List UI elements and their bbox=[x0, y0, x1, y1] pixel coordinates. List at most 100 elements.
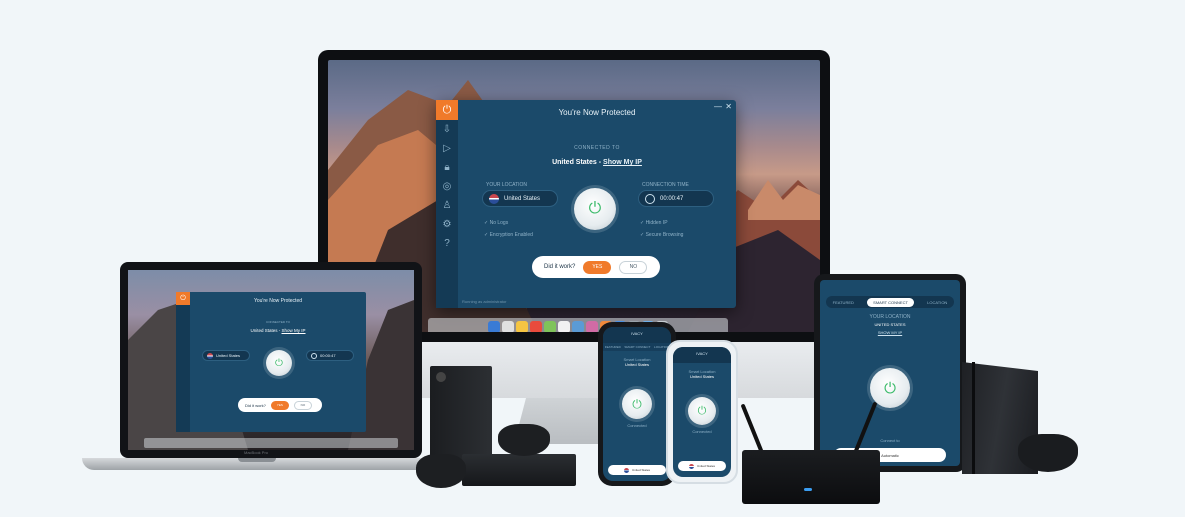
power-icon: ⏻ bbox=[588, 200, 602, 217]
dock-app-icon[interactable] bbox=[572, 321, 584, 332]
check-label: Encryption Enabled bbox=[489, 232, 533, 238]
us-flag-icon bbox=[207, 352, 213, 359]
country-name: United States bbox=[552, 159, 597, 166]
connection-time-value: 00:00:47 bbox=[660, 195, 684, 202]
laptop-dock bbox=[144, 438, 398, 448]
power-icon: ⏻ bbox=[275, 357, 283, 369]
clock-icon bbox=[645, 193, 655, 204]
laptop-connected-label: CONNECTED TO bbox=[266, 320, 290, 324]
check-encryption: ✓ Encryption Enabled bbox=[484, 232, 533, 238]
dock-app-icon[interactable] bbox=[530, 321, 542, 332]
tablet-location-label: YOUR LOCATION bbox=[869, 314, 911, 320]
ps4-controller bbox=[1018, 434, 1078, 472]
laptop-vpn-sidebar: ⏻ bbox=[176, 292, 190, 432]
your-location-label: YOUR LOCATION bbox=[486, 182, 528, 188]
xbox-controller bbox=[498, 424, 550, 456]
check-label: Hidden IP bbox=[645, 220, 668, 226]
no-button[interactable]: NO bbox=[619, 260, 648, 274]
feedback-question: Did it work? bbox=[544, 264, 576, 270]
dock-app-icon[interactable] bbox=[502, 321, 514, 332]
feedback-bar: Did it work? YES NO bbox=[532, 256, 660, 278]
tab-smart-connect[interactable]: SMART CONNECT bbox=[867, 297, 914, 307]
check-label: Secure Browsing bbox=[645, 232, 684, 238]
power-icon: ⏻ bbox=[884, 379, 896, 397]
laptop-notch bbox=[238, 458, 276, 462]
status-footer: Running as administrator bbox=[462, 299, 507, 304]
dock-app-icon[interactable] bbox=[558, 321, 570, 332]
tab-smart-connect[interactable]: SMART CONNECT bbox=[624, 345, 650, 349]
location-icon[interactable]: ◎ bbox=[436, 177, 458, 196]
user-icon[interactable]: ♙ bbox=[436, 196, 458, 215]
tablet-location-value: UNITED STATES bbox=[874, 322, 906, 327]
tablet: FEATURED SMART CONNECT LOCATION YOUR LOC… bbox=[814, 274, 966, 472]
power-icon: ⏻ bbox=[632, 396, 642, 411]
gear-icon[interactable]: ⚙ bbox=[436, 215, 458, 234]
phone-power-button[interactable]: ⏻ bbox=[622, 389, 652, 419]
yes-button[interactable]: YES bbox=[583, 260, 612, 274]
connected-country: United States - Show My IP bbox=[458, 159, 736, 166]
check-no-logs: ✓ No Logs bbox=[484, 220, 509, 226]
vpn-sidebar: ⏻ ⇩ ▷ 🔒︎ ◎ ♙ ⚙ ? bbox=[436, 100, 458, 308]
phone-location-selector[interactable]: United States bbox=[608, 465, 666, 475]
dock-app-icon[interactable] bbox=[544, 321, 556, 332]
play-icon[interactable]: ▷ bbox=[436, 139, 458, 158]
xbox-controller bbox=[416, 454, 466, 488]
phone-location-value: United States bbox=[624, 362, 649, 367]
phone-power-button[interactable]: ⏻ bbox=[688, 397, 716, 425]
ps4-groove bbox=[972, 362, 975, 474]
laptop-window-title: You're Now Protected bbox=[253, 298, 303, 304]
check-label: No Logs bbox=[489, 220, 509, 226]
show-ip-link[interactable]: Show My IP bbox=[603, 159, 642, 166]
phone-left-screen: IVACY FEATURED SMART CONNECT LOCATION Sm… bbox=[603, 327, 671, 481]
close-button[interactable]: ✕ bbox=[725, 102, 732, 111]
vpn-titlebar: You're Now Protected — ✕ bbox=[458, 100, 736, 120]
power-icon[interactable]: ⏻ bbox=[436, 100, 458, 120]
location-value: United States bbox=[504, 195, 541, 202]
laptop-screen: ⏻ You're Now Protected CONNECTED TO Unit… bbox=[128, 270, 414, 450]
phone-app-title: IVACY bbox=[603, 327, 671, 343]
tab-featured[interactable]: FEATURED bbox=[605, 345, 621, 349]
tablet-show-ip-link[interactable]: SHOW MY IP bbox=[820, 330, 960, 335]
dock-app-icon[interactable] bbox=[488, 321, 500, 332]
phone-tabs: FEATURED SMART CONNECT LOCATION bbox=[603, 343, 671, 351]
minimize-button[interactable]: — bbox=[714, 102, 722, 111]
show-ip-link[interactable]: Show My IP bbox=[282, 328, 306, 333]
tablet-connect-label: Connect to bbox=[880, 438, 900, 443]
yes-button[interactable]: YES bbox=[270, 400, 289, 410]
phone-location-selector[interactable]: United States bbox=[678, 461, 726, 471]
tab-featured[interactable]: FEATURED bbox=[833, 300, 854, 305]
phone-right-screen: IVACY Smart Location United States ⏻ Con… bbox=[673, 347, 731, 477]
xbox-one-x bbox=[462, 454, 576, 486]
location-value: United States bbox=[216, 353, 241, 358]
laptop-brand: MacBook Pro bbox=[243, 450, 269, 455]
download-icon[interactable]: ⇩ bbox=[436, 120, 458, 139]
laptop-connected-country: United States - Show My IP bbox=[190, 328, 366, 333]
power-button[interactable]: ⏻ bbox=[574, 188, 616, 230]
vpn-app-window: ⏻ ⇩ ▷ 🔒︎ ◎ ♙ ⚙ ? You're Now Protected — … bbox=[436, 100, 736, 308]
no-button[interactable]: NO bbox=[293, 400, 312, 410]
location-selector[interactable]: United States bbox=[482, 190, 558, 207]
power-icon[interactable]: ⏻ bbox=[176, 292, 190, 305]
check-hidden-ip: ✓ Hidden IP bbox=[640, 220, 668, 226]
us-flag-icon bbox=[623, 467, 629, 473]
lock-icon[interactable]: 🔒︎ bbox=[436, 158, 458, 177]
tab-location[interactable]: LOCATION bbox=[927, 300, 947, 305]
laptop-location-selector[interactable]: United States bbox=[202, 350, 250, 361]
power-icon: ⏻ bbox=[697, 404, 707, 417]
phone-status: Connected bbox=[627, 423, 647, 428]
apple-logo-icon bbox=[564, 368, 584, 390]
phone-bottom-label: United States bbox=[631, 468, 650, 472]
macos-dock bbox=[428, 318, 728, 332]
tablet-screen: FEATURED SMART CONNECT LOCATION YOUR LOC… bbox=[820, 280, 960, 466]
wifi-router bbox=[742, 450, 880, 504]
laptop-power-button[interactable]: ⏻ bbox=[266, 350, 292, 376]
phone-app-title: IVACY bbox=[673, 347, 731, 363]
laptop-lid: ⏻ You're Now Protected CONNECTED TO Unit… bbox=[120, 262, 422, 458]
dock-app-icon[interactable] bbox=[586, 321, 598, 332]
country-name: United States bbox=[250, 328, 278, 333]
xbox-console bbox=[430, 366, 492, 460]
connection-time: 00:00:47 bbox=[638, 190, 714, 207]
laptop-vpn-window: ⏻ You're Now Protected CONNECTED TO Unit… bbox=[176, 292, 366, 432]
help-icon[interactable]: ? bbox=[436, 234, 458, 253]
dock-app-icon[interactable] bbox=[516, 321, 528, 332]
